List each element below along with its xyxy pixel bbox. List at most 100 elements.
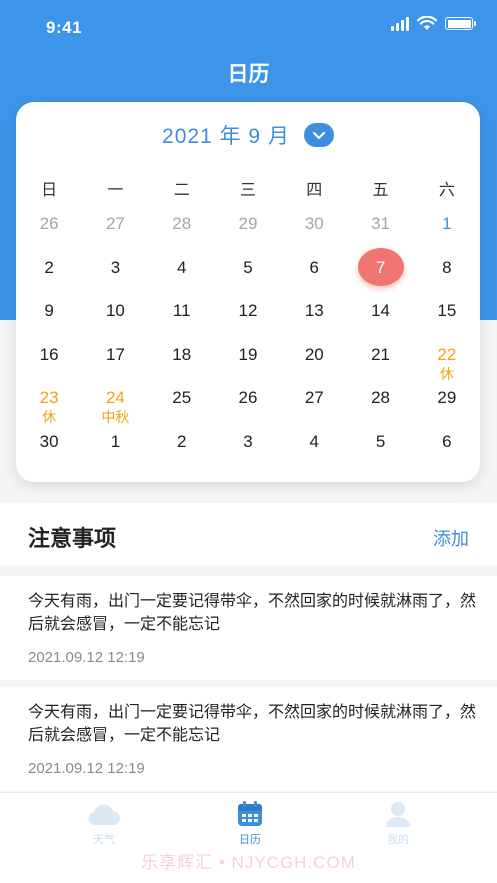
day-cell[interactable]: 29 (414, 384, 480, 428)
weekday-label: 三 (239, 182, 256, 199)
day-cell[interactable]: 4 (281, 428, 347, 472)
day-cell[interactable]: 20 (281, 341, 347, 385)
calendar-icon (238, 801, 262, 826)
day-cell[interactable]: 6 (414, 428, 480, 472)
tab-weather[interactable]: 天气 (64, 801, 144, 847)
days-grid: 26 27 28 29 30 31 1 2 3 4 5 6 7 8 9 10 11 12 13 14 15 16 17 18 1… (16, 210, 480, 471)
day-cell[interactable]: 28 (347, 384, 413, 428)
day-cell[interactable]: 4 (149, 254, 215, 298)
day-cell[interactable]: 6 (281, 254, 347, 298)
day-number: 9 (44, 301, 54, 320)
day-cell[interactable]: 15 (414, 297, 480, 341)
day-cell[interactable]: 22 休 (414, 341, 480, 385)
day-cell[interactable]: 25 (149, 384, 215, 428)
day-cell[interactable]: 27 (281, 384, 347, 428)
calendar-card: 2021 年 9 月 日一二三四五六 26 27 28 29 30 31 1 2 3 4 5 6 7 8 9… (16, 102, 480, 482)
day-number: 21 (371, 344, 391, 364)
day-cell[interactable]: 17 (82, 341, 148, 385)
day-cell[interactable]: 3 (82, 254, 148, 298)
day-number: 17 (105, 344, 125, 364)
day-cell[interactable]: 30 (16, 428, 82, 472)
day-cell[interactable]: 16 (16, 341, 82, 385)
add-note-button[interactable]: 添加 (433, 525, 469, 551)
day-cell[interactable]: 9 (16, 297, 82, 341)
day-number: 27 (105, 214, 125, 233)
day-cell[interactable]: 11 (149, 297, 215, 341)
day-cell[interactable]: 23 休 (16, 384, 82, 428)
day-number: 29 (437, 388, 457, 407)
user-icon (386, 802, 410, 827)
day-number: 5 (243, 257, 253, 277)
day-annotation: 中秋 (101, 409, 130, 425)
day-cell[interactable]: 30 (281, 210, 347, 254)
day-number: 23 (39, 388, 59, 407)
day-cell[interactable]: 27 (82, 210, 148, 254)
day-cell[interactable]: 8 (414, 254, 480, 298)
day-number: 26 (238, 388, 258, 407)
day-cell[interactable]: 28 (149, 210, 215, 254)
day-number: 6 (442, 431, 452, 451)
day-cell[interactable]: 24 中秋 (82, 384, 148, 428)
day-number: 29 (238, 214, 258, 233)
day-cell[interactable]: 1 (82, 428, 148, 472)
day-number: 26 (39, 214, 59, 233)
day-annotation: 休 (439, 365, 454, 382)
day-number: 15 (437, 301, 457, 320)
note-item[interactable]: 今天有雨，出门一定要记得带伞，不然回家的时候就淋雨了，然后就会感冒，一定不能忘记… (0, 687, 497, 791)
cellular-signal-icon (391, 16, 409, 31)
day-annotation: 休 (42, 409, 57, 425)
day-number: 19 (238, 344, 258, 364)
watermark: 乐享辉汇 • NJYCGH.COM (141, 853, 356, 872)
day-cell-today[interactable]: 7 (347, 247, 413, 298)
day-cell[interactable]: 2 (149, 428, 215, 472)
day-number: 30 (304, 214, 324, 233)
status-icons (391, 16, 476, 31)
day-number: 10 (105, 301, 125, 320)
battery-icon (445, 17, 476, 30)
note-time: 2021.09.12 12:19 (28, 649, 145, 666)
weekday-label: 一 (107, 182, 124, 199)
month-selector: 2021 年 9 月 (16, 120, 480, 150)
day-number: 20 (304, 344, 324, 364)
day-number: 1 (110, 431, 121, 451)
day-cell[interactable]: 21 (347, 341, 413, 385)
day-number: 28 (172, 214, 192, 233)
day-cell[interactable]: 18 (149, 341, 215, 385)
month-label[interactable]: 2021 年 9 月 (162, 120, 290, 150)
day-number: 18 (172, 344, 192, 364)
day-cell[interactable]: 3 (215, 428, 281, 472)
day-cell[interactable]: 26 (16, 210, 82, 254)
day-cell[interactable]: 12 (215, 297, 281, 341)
day-number: 24 (105, 388, 125, 407)
status-time: 9:41 (46, 18, 83, 37)
tab-profile-label: 我的 (387, 834, 409, 846)
day-number: 4 (309, 431, 320, 451)
chevron-down-icon (312, 131, 326, 139)
day-cell[interactable]: 10 (82, 297, 148, 341)
day-cell[interactable]: 1 (414, 210, 480, 254)
month-dropdown-button[interactable] (303, 123, 334, 147)
day-cell[interactable]: 26 (215, 384, 281, 428)
tab-calendar-label: 日历 (239, 834, 261, 846)
day-number: 3 (243, 431, 253, 451)
day-number: 13 (304, 301, 324, 320)
day-cell[interactable]: 19 (215, 341, 281, 385)
weekday-header: 日一二三四五六 (16, 176, 480, 200)
day-cell[interactable]: 14 (347, 297, 413, 341)
day-cell[interactable]: 13 (281, 297, 347, 341)
weekday-label: 二 (173, 182, 190, 199)
weekday-label: 五 (372, 182, 389, 199)
day-cell[interactable]: 2 (16, 254, 82, 298)
day-cell[interactable]: 5 (347, 428, 413, 472)
day-number: 4 (176, 257, 187, 277)
day-cell[interactable]: 5 (215, 254, 281, 298)
tab-profile[interactable]: 我的 (358, 801, 438, 847)
day-number: 1 (442, 214, 452, 233)
day-number: 2 (176, 431, 187, 451)
day-cell[interactable]: 29 (215, 210, 281, 254)
day-number: 3 (110, 257, 121, 277)
note-item[interactable]: 今天有雨，出门一定要记得带伞，不然回家的时候就淋雨了，然后就会感冒，一定不能忘记… (0, 576, 497, 680)
day-cell[interactable]: 31 (347, 210, 413, 254)
notes-header: 注意事项 添加 (0, 503, 497, 565)
tab-calendar[interactable]: 日历 (210, 801, 290, 847)
